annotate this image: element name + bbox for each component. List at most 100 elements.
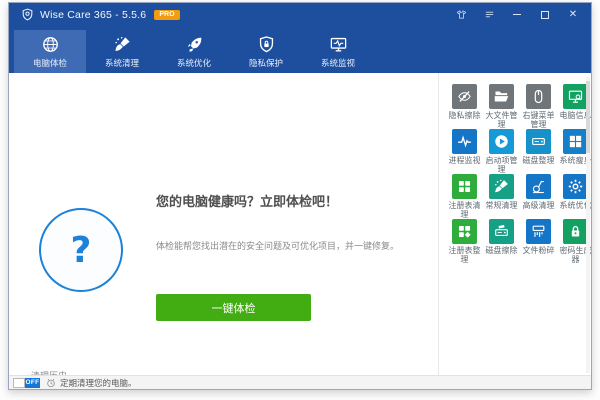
desktop-background: Wise Care 365 - 5.5.6 PRO ✕ 电脑体检 系统清理系统优化… xyxy=(0,0,600,400)
titlebar[interactable]: Wise Care 365 - 5.5.6 PRO ✕ xyxy=(9,3,591,26)
checkup-description: 体检能帮您找出潜在的安全问题及可优化项目，并一键修复。 xyxy=(156,239,399,252)
hdd-icon xyxy=(530,133,547,150)
tool-label: 注册表整理 xyxy=(446,246,483,264)
tool-process-monitor[interactable]: 进程监视 xyxy=(446,129,483,174)
tab-label: 隐私保护 xyxy=(249,57,283,69)
folder-icon xyxy=(493,88,510,105)
tool-label: 隐私擦除 xyxy=(446,111,483,120)
close-button[interactable]: ✕ xyxy=(561,5,585,24)
tab-system-cleaner[interactable]: 系统清理 xyxy=(86,30,158,73)
tab-label: 系统监视 xyxy=(321,57,355,69)
tool-label: 大文件管理 xyxy=(483,111,520,129)
monitor-info-icon xyxy=(567,88,584,105)
tool-grid: 隐私擦除大文件管理右键菜单管理电脑信息进程监视启动项管理磁盘整理系统瘦身注册表清… xyxy=(446,84,592,264)
tool-label: 磁盘整理 xyxy=(520,156,557,165)
shredder-icon xyxy=(526,219,551,244)
scrollbar-thumb[interactable] xyxy=(586,81,590,153)
mouse-icon xyxy=(530,88,547,105)
tool-disk-eraser[interactable]: 磁盘擦除 xyxy=(483,219,520,264)
tool-disk-defrag[interactable]: 磁盘整理 xyxy=(520,129,557,174)
tool-file-shredder[interactable]: 文件粉碎 xyxy=(520,219,557,264)
padlock-icon xyxy=(567,223,584,240)
shredder-icon xyxy=(530,223,547,240)
schedule-clock-icon xyxy=(46,378,56,388)
pulse-icon xyxy=(452,129,477,154)
tool-label: 磁盘擦除 xyxy=(483,246,520,255)
tool-label: 注册表清理 xyxy=(446,201,483,219)
eye-slash-icon xyxy=(452,84,477,109)
footer-text: 定期清理您的电脑。 xyxy=(60,377,137,389)
monitor-info-icon xyxy=(563,84,588,109)
shield-lock-icon xyxy=(257,35,276,54)
vacuum-icon xyxy=(530,178,547,195)
app-logo-shield-icon xyxy=(21,8,34,21)
mouse-icon xyxy=(526,84,551,109)
question-mark: ? xyxy=(71,230,92,271)
tool-startup-manager[interactable]: 启动项管理 xyxy=(483,129,520,174)
hdd-icon xyxy=(526,129,551,154)
tool-label: 启动项管理 xyxy=(483,156,520,174)
health-question-circle: ? xyxy=(39,208,123,292)
app-window: Wise Care 365 - 5.5.6 PRO ✕ 电脑体检 系统清理系统优化… xyxy=(8,2,592,390)
sidebar-scrollbar[interactable] xyxy=(586,77,590,373)
tool-label: 进程监视 xyxy=(446,156,483,165)
sidebar-divider xyxy=(438,73,439,377)
checkup-heading: 您的电脑健康吗？立即体检吧！ xyxy=(156,191,338,210)
gear-icon xyxy=(567,178,584,195)
rocket-icon xyxy=(185,35,204,54)
toggle-state-label: OFF xyxy=(25,378,40,388)
play-icon xyxy=(493,133,510,150)
hdd-erase-icon xyxy=(489,219,514,244)
globe-icon xyxy=(41,35,60,54)
pulse-icon xyxy=(456,133,473,150)
scheduled-clean-toggle[interactable]: OFF xyxy=(13,378,40,388)
tool-label: 右键菜单管理 xyxy=(520,111,557,129)
tool-context-menu-mgr[interactable]: 右键菜单管理 xyxy=(520,84,557,129)
win-squares-icon xyxy=(567,133,584,150)
padlock-icon xyxy=(563,219,588,244)
tool-advanced-cleaner[interactable]: 高级清理 xyxy=(520,174,557,219)
one-click-checkup-button[interactable]: 一键体检 xyxy=(156,294,311,321)
menu-lines-icon xyxy=(484,9,495,20)
tool-label: 文件粉碎 xyxy=(520,246,557,255)
tab-system-monitor[interactable]: 系统监视 xyxy=(302,30,374,73)
content-area: ? 您的电脑健康吗？立即体检吧！ 体检能帮您找出潜在的安全问题及可优化项目，并一… xyxy=(9,73,591,377)
broom-big-icon xyxy=(489,174,514,199)
tab-pc-checkup[interactable]: 电脑体检 xyxy=(14,30,86,73)
maximize-icon xyxy=(541,11,549,19)
theme-shirt-icon[interactable] xyxy=(449,5,473,24)
minimize-button[interactable] xyxy=(505,5,529,24)
tool-label: 常规清理 xyxy=(483,201,520,210)
eye-slash-icon xyxy=(456,88,473,105)
theme-shirt-icon xyxy=(456,9,467,20)
play-icon xyxy=(489,129,514,154)
tool-label: 高级清理 xyxy=(520,201,557,210)
gear-icon xyxy=(563,174,588,199)
squares-diamond-icon xyxy=(452,219,477,244)
toggle-knob xyxy=(13,378,25,388)
tool-registry-defrag[interactable]: 注册表整理 xyxy=(446,219,483,264)
broom-big-icon xyxy=(113,35,132,54)
tab-label: 电脑体检 xyxy=(33,57,67,69)
tool-big-file-manager[interactable]: 大文件管理 xyxy=(483,84,520,129)
main-nav: 电脑体检 系统清理系统优化 隐私保护 系统监视 xyxy=(9,26,591,73)
window-title: Wise Care 365 - 5.5.6 xyxy=(40,9,146,21)
monitor-pulse-icon xyxy=(329,35,348,54)
app-logo-shield-icon xyxy=(21,8,34,21)
grid-squares-icon xyxy=(452,174,477,199)
tab-privacy-protector[interactable]: 隐私保护 xyxy=(230,30,302,73)
close-icon: ✕ xyxy=(569,9,577,20)
footer-bar: OFF 定期清理您的电脑。 xyxy=(9,375,591,389)
tool-registry-cleaner[interactable]: 注册表清理 xyxy=(446,174,483,219)
vacuum-icon xyxy=(526,174,551,199)
folder-icon xyxy=(489,84,514,109)
menu-icon[interactable] xyxy=(477,5,501,24)
tool-privacy-eraser[interactable]: 隐私擦除 xyxy=(446,84,483,129)
hdd-erase-icon xyxy=(493,223,510,240)
broom-big-icon xyxy=(493,178,510,195)
tool-common-cleaner[interactable]: 常规清理 xyxy=(483,174,520,219)
tab-system-tuneup[interactable]: 系统优化 xyxy=(158,30,230,73)
tab-label: 系统优化 xyxy=(177,57,211,69)
pro-badge: PRO xyxy=(154,10,179,20)
maximize-button[interactable] xyxy=(533,5,557,24)
